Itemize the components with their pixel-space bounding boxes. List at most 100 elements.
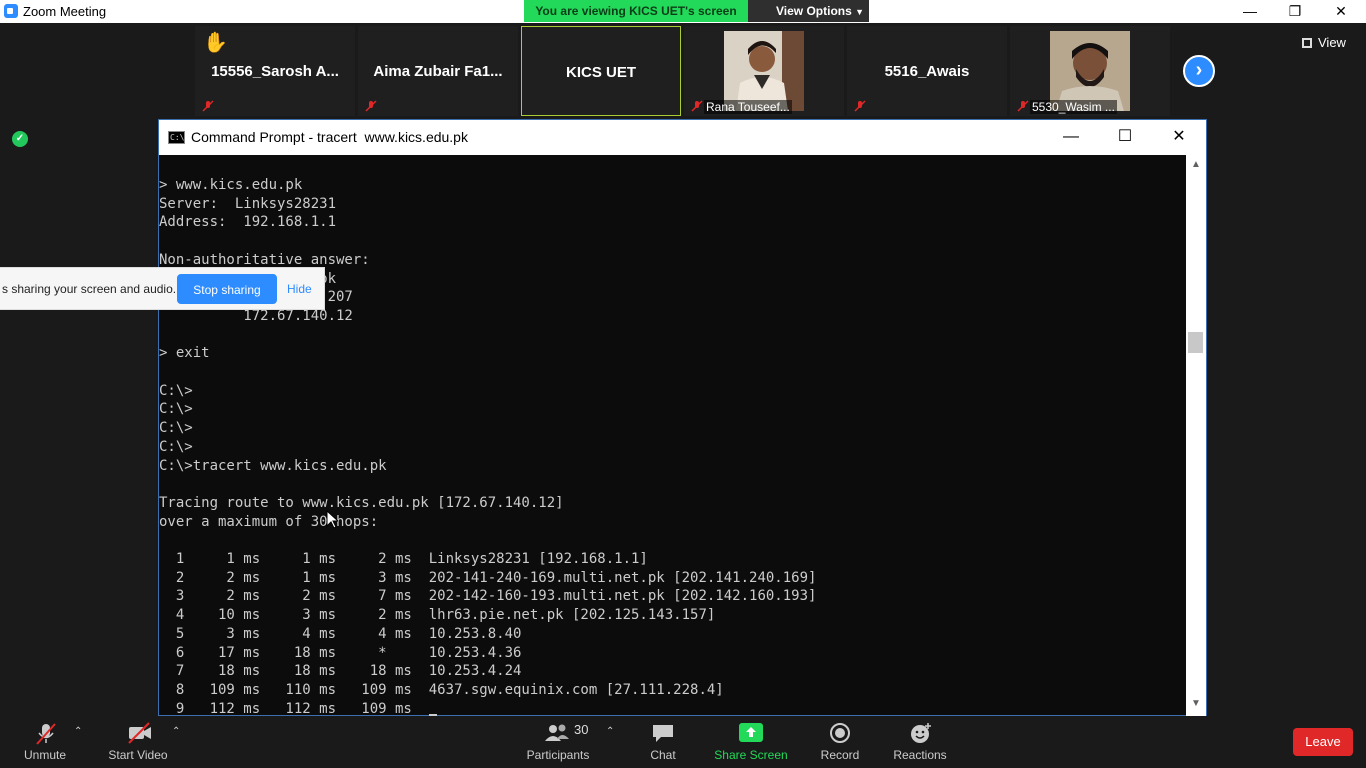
next-page-arrow-icon[interactable]: ›	[1183, 55, 1215, 87]
console-line: 7 18 ms 18 ms 18 ms 10.253.4.24	[159, 663, 522, 680]
share-screen-button[interactable]: Share Screen	[711, 716, 791, 768]
participant-tile[interactable]: 5530_Wasim ...	[1010, 26, 1170, 116]
view-label: View	[1318, 35, 1346, 50]
participant-name: 15556_Sarosh A...	[211, 63, 339, 80]
vertical-scrollbar[interactable]: ▲ ▼	[1186, 155, 1206, 716]
audio-options-caret-icon[interactable]: ⌃	[74, 726, 82, 737]
participant-tile[interactable]: Rana Touseef...	[684, 26, 844, 116]
console-line: 3 2 ms 2 ms 7 ms 202-142-160-193.multi.n…	[159, 588, 817, 605]
participant-count: 30	[574, 722, 589, 737]
console-line: C:\>	[159, 382, 193, 399]
close-icon[interactable]: ✕	[1318, 0, 1364, 23]
muted-mic-icon	[36, 723, 56, 745]
leave-button[interactable]: Leave	[1293, 728, 1353, 756]
participant-name: Aima Zubair Fa1...	[373, 63, 503, 80]
chat-label: Chat	[650, 748, 676, 762]
console-line: C:\>	[159, 438, 193, 455]
participant-tile-active-speaker[interactable]: KICS UET	[521, 26, 681, 116]
console-text: > www.kics.edu.pk Server: Linksys28231 A…	[159, 176, 816, 717]
chat-button[interactable]: Chat	[638, 716, 688, 768]
console-line: C:\>tracert www.kics.edu.pk	[159, 457, 387, 474]
share-screen-label: Share Screen	[714, 748, 788, 762]
muted-mic-icon	[202, 100, 214, 112]
record-button[interactable]: Record	[810, 716, 870, 768]
view-button[interactable]: View	[1302, 33, 1358, 53]
console-line: Tracing route to www.kics.edu.pk [172.67…	[159, 494, 564, 511]
participant-tile[interactable]: 5516_Awais	[847, 26, 1007, 116]
record-icon	[830, 723, 850, 743]
screen: Zoom Meeting — ❐ ✕ You are viewing KICS …	[0, 0, 1366, 768]
cmd-window-title: Command Prompt - tracert www.kics.edu.pk	[191, 129, 468, 145]
console-line: 6 17 ms 18 ms * 10.253.4.36	[159, 644, 522, 661]
cmd-minimize-icon[interactable]: —	[1046, 120, 1096, 155]
sharing-notification: s sharing your screen and audio. Stop sh…	[0, 267, 325, 310]
console-line: 4 10 ms 3 ms 2 ms lhr63.pie.net.pk [202.…	[159, 607, 716, 624]
participant-name: Rana Touseef...	[704, 100, 792, 114]
cmd-app-icon: C:\	[168, 131, 185, 144]
stop-sharing-button[interactable]: Stop sharing	[177, 274, 277, 304]
scroll-thumb[interactable]	[1188, 332, 1203, 353]
unmute-button[interactable]: Unmute	[15, 716, 75, 768]
console-line: 8 109 ms 110 ms 109 ms 4637.sgw.equinix.…	[159, 681, 724, 698]
mouse-cursor-icon	[326, 510, 338, 529]
console-line: Address: 192.168.1.1	[159, 214, 337, 231]
chevron-down-icon: ▼	[855, 7, 865, 17]
share-screen-icon	[739, 723, 763, 742]
video-options-caret-icon[interactable]: ⌃	[172, 726, 180, 737]
muted-mic-icon	[854, 100, 866, 112]
console-line: 172.67.140.12	[159, 307, 353, 324]
console-line: Server: Linksys28231	[159, 195, 337, 212]
chat-icon	[653, 725, 673, 742]
scroll-up-icon[interactable]: ▲	[1186, 159, 1206, 170]
participants-button[interactable]: 30 Participants	[522, 716, 594, 768]
console-line: 5 3 ms 4 ms 4 ms 10.253.8.40	[159, 625, 522, 642]
minimize-icon[interactable]: —	[1227, 0, 1273, 23]
participant-name: 5530_Wasim ...	[1030, 100, 1117, 114]
participant-tile[interactable]: Aima Zubair Fa1...	[358, 26, 518, 116]
zoom-window-title: Zoom Meeting	[23, 4, 107, 19]
console-line: C:\>	[159, 420, 193, 437]
muted-mic-icon	[365, 100, 377, 112]
participant-name: 5516_Awais	[884, 63, 970, 80]
console-line: Non-authoritative answer:	[159, 251, 370, 268]
reactions-button[interactable]: Reactions	[888, 716, 952, 768]
console-line: C:\>	[159, 401, 193, 418]
cmd-titlebar: C:\ Command Prompt - tracert www.kics.ed…	[159, 120, 1206, 155]
meeting-toolbar: Unmute ⌃ Start Video ⌃ 30 Participants ⌃	[0, 716, 1366, 768]
start-video-label: Start Video	[108, 748, 168, 762]
participant-photo	[724, 31, 804, 111]
viewing-banner: You are viewing KICS UET's screen	[524, 0, 748, 22]
restore-icon[interactable]: ❐	[1272, 0, 1318, 23]
console-line: 1 1 ms 1 ms 2 ms Linksys28231 [192.168.1…	[159, 551, 648, 568]
console-output[interactable]: > www.kics.edu.pk Server: Linksys28231 A…	[159, 155, 1186, 717]
participants-label: Participants	[526, 748, 590, 762]
view-options-button[interactable]: View Options ▼	[748, 0, 869, 22]
start-video-button[interactable]: Start Video	[103, 716, 173, 768]
cmd-maximize-icon[interactable]: ☐	[1100, 120, 1150, 155]
console-line: 2 2 ms 1 ms 3 ms 202-141-240-169.multi.n…	[159, 569, 817, 586]
muted-mic-icon	[1017, 100, 1029, 112]
participants-caret-icon[interactable]: ⌃	[606, 726, 614, 737]
participant-name: KICS UET	[565, 64, 636, 81]
participants-icon	[545, 724, 569, 741]
reactions-icon	[911, 723, 931, 743]
console-line: 9 112 ms 112 ms 109 ms	[159, 700, 429, 717]
cmd-close-icon[interactable]: ✕	[1154, 120, 1204, 155]
hide-button[interactable]: Hide	[287, 282, 312, 296]
muted-mic-icon	[691, 100, 703, 112]
video-off-icon	[128, 722, 151, 744]
participant-photo	[1050, 31, 1130, 111]
view-options-label: View Options	[776, 4, 852, 18]
scroll-down-icon[interactable]: ▼	[1186, 698, 1206, 709]
reactions-label: Reactions	[893, 748, 947, 762]
participant-tile[interactable]: ✋ 15556_Sarosh A...	[195, 26, 355, 116]
sharing-message: s sharing your screen and audio.	[2, 282, 177, 296]
unmute-label: Unmute	[23, 748, 67, 762]
console-line: > www.kics.edu.pk	[159, 177, 303, 193]
security-shield-icon[interactable]: ✓	[12, 131, 28, 147]
record-label: Record	[820, 748, 860, 762]
gallery-view-icon	[1302, 38, 1312, 48]
console-line: over a maximum of 30 hops:	[159, 513, 379, 530]
console-line: > exit	[159, 345, 210, 362]
zoom-app-icon	[4, 4, 18, 18]
